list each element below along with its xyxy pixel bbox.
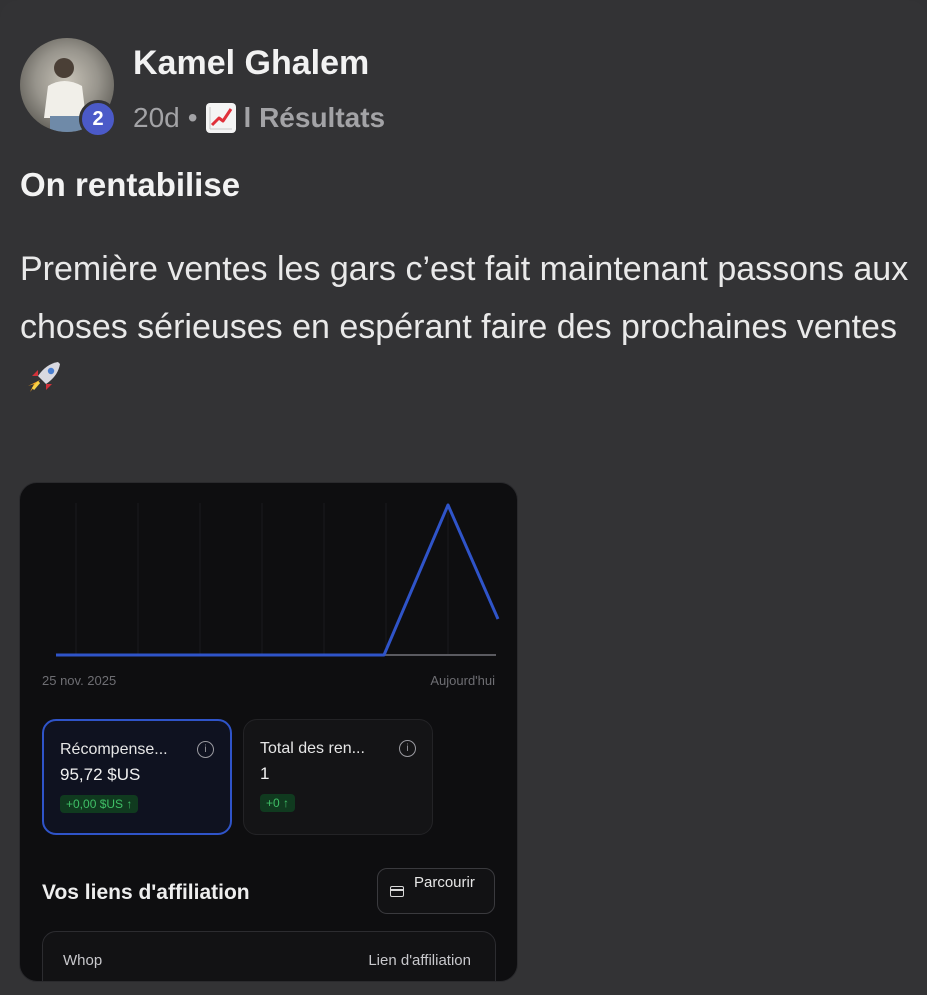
post-category[interactable]: l Résultats bbox=[244, 102, 386, 134]
delta-badge: +0 ↑ bbox=[260, 794, 296, 812]
post-title: On rentabilise bbox=[20, 166, 241, 203]
meta-separator: • bbox=[187, 102, 198, 133]
embedded-screenshot[interactable]: 25 nov. 2025 Aujourd'hui Récompense... i… bbox=[19, 482, 518, 982]
card-value: 95,72 $US bbox=[60, 765, 141, 784]
delta-badge: +0,00 $US ↑ bbox=[60, 795, 139, 813]
affiliate-links-title: Vos liens d'affiliation bbox=[42, 881, 250, 904]
table-header-link: Lien d'affiliation bbox=[368, 952, 471, 969]
card-icon bbox=[390, 886, 404, 897]
chart-increasing-icon bbox=[205, 103, 236, 133]
axis-start-label: 25 nov. 2025 bbox=[42, 673, 117, 688]
rewards-card[interactable]: Récompense... i 95,72 $US +0,00 $US ↑ bbox=[42, 719, 232, 835]
browse-label: Parcourir bbox=[414, 874, 475, 891]
axis-end-label: Aujourd'hui bbox=[430, 673, 495, 688]
author-name[interactable]: Kamel Ghalem bbox=[133, 44, 369, 83]
card-label: Récompense... bbox=[60, 741, 168, 758]
info-icon[interactable]: i bbox=[197, 741, 214, 758]
earnings-line bbox=[56, 503, 500, 657]
post-age: 20d bbox=[133, 102, 180, 133]
post-body: Première ventes les gars c’est fait main… bbox=[20, 240, 910, 416]
table-header-whop: Whop bbox=[63, 952, 103, 969]
earnings-chart bbox=[56, 503, 500, 657]
post-card: 2 Kamel Ghalem 20d • l Résultats On rent… bbox=[0, 0, 927, 995]
card-label: Total des ren... bbox=[260, 740, 365, 757]
level-badge: 2 bbox=[79, 100, 117, 138]
rocket-icon bbox=[24, 358, 64, 416]
browse-button[interactable]: Parcourir bbox=[377, 868, 495, 914]
total-card[interactable]: Total des ren... i 1 +0 ↑ bbox=[243, 719, 433, 835]
info-icon[interactable]: i bbox=[399, 740, 416, 757]
post-body-text: Première ventes les gars c’est fait main… bbox=[20, 250, 909, 346]
post-meta: 20d • l Résultats bbox=[133, 100, 385, 136]
affiliate-table: Whop Lien d'affiliation bbox=[42, 931, 496, 981]
card-value: 1 bbox=[260, 764, 270, 783]
